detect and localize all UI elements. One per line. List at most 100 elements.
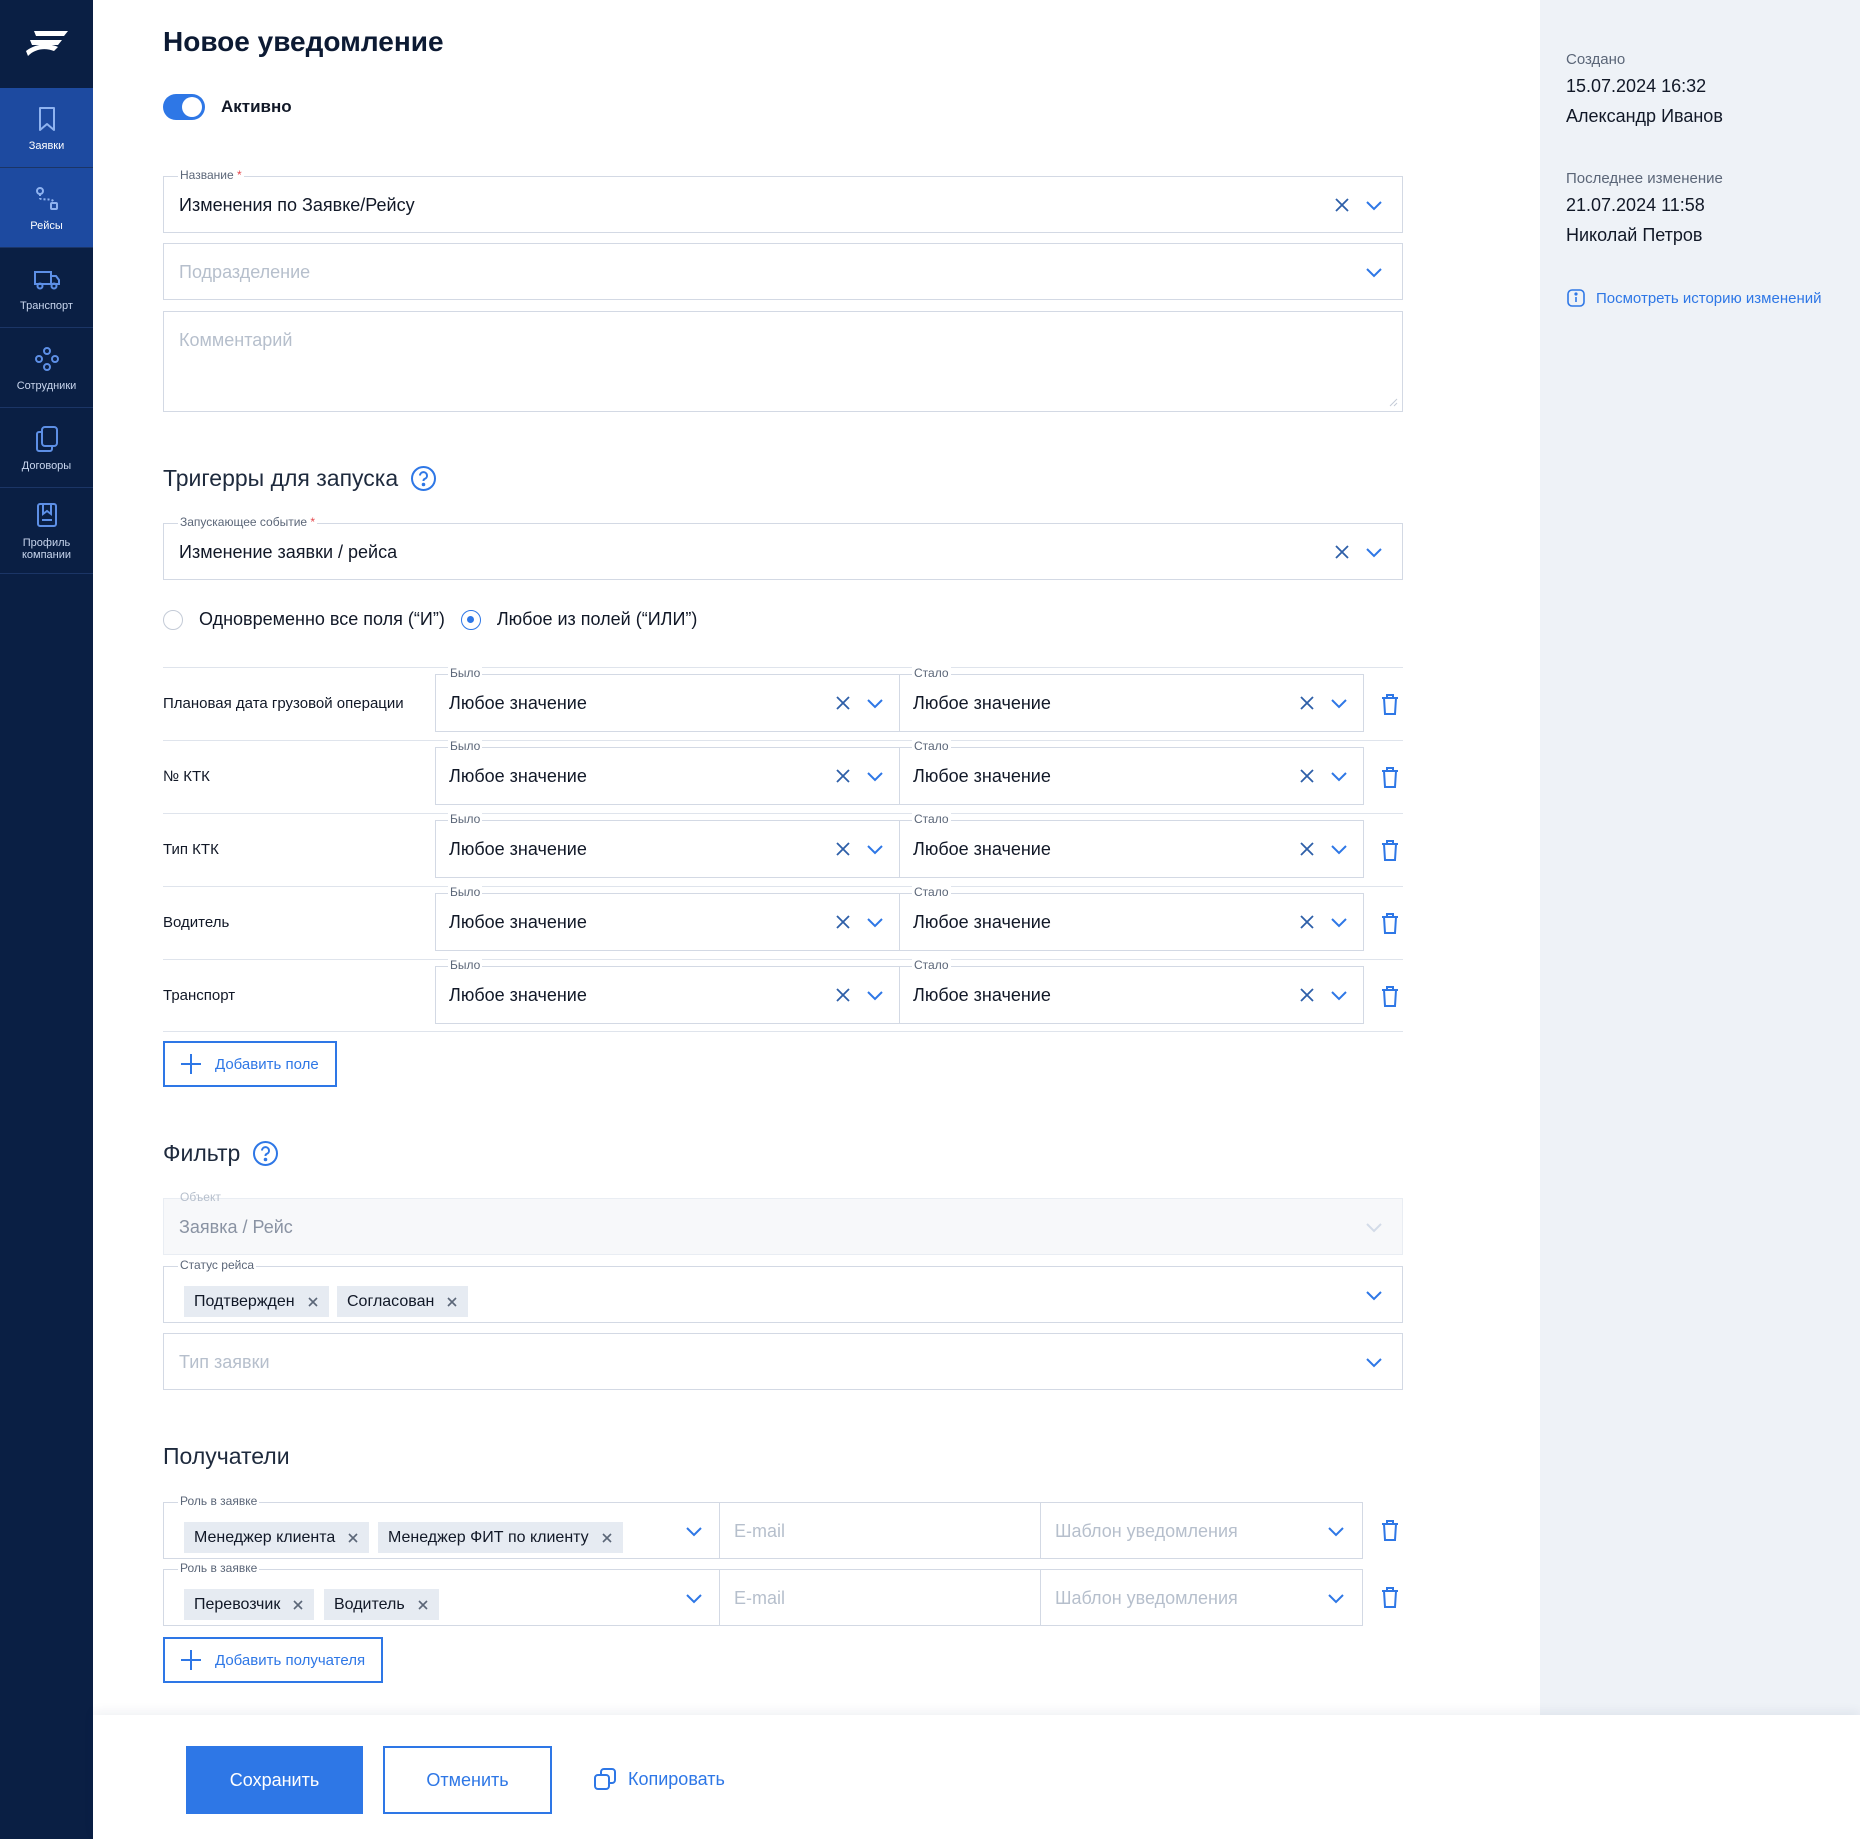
chevron-down-icon[interactable] (1329, 985, 1349, 1005)
became-select[interactable]: Стало Любое значение (899, 885, 1364, 951)
save-button[interactable]: Сохранить (186, 1746, 363, 1814)
active-toggle-row: Активно (163, 94, 292, 120)
radio-any-field[interactable] (460, 609, 481, 630)
remove-chip-icon[interactable] (601, 1532, 613, 1544)
logo[interactable] (0, 0, 93, 88)
sidebar-item-employees[interactable]: Сотрудники (0, 328, 93, 408)
chevron-down-icon[interactable] (865, 839, 885, 859)
chevron-down-icon[interactable] (1326, 1588, 1346, 1608)
sidebar-item-contracts[interactable]: Договоры (0, 408, 93, 488)
help-icon[interactable] (252, 1140, 279, 1167)
name-select[interactable]: Название * Изменения по Заявке/Рейсу (163, 168, 1403, 233)
info-icon (1567, 289, 1585, 307)
chevron-down-icon[interactable] (1364, 542, 1384, 562)
truck-icon (33, 270, 60, 289)
add-field-button[interactable]: Добавить поле (163, 1041, 337, 1087)
help-icon[interactable] (410, 465, 437, 492)
clear-icon[interactable] (1297, 985, 1317, 1005)
template-select[interactable]: Шаблон уведомления (1040, 1502, 1363, 1559)
chevron-down-icon[interactable] (684, 1521, 704, 1541)
clear-icon[interactable] (833, 693, 853, 713)
division-select[interactable]: Подразделение (163, 243, 1403, 300)
chevron-down-icon[interactable] (1329, 839, 1349, 859)
clear-icon[interactable] (833, 985, 853, 1005)
request-type-select[interactable]: Тип заявки (163, 1333, 1403, 1390)
trash-icon[interactable] (1377, 910, 1403, 936)
trip-status-select[interactable]: Статус рейса Подтвержден Согласован (163, 1258, 1403, 1323)
remove-chip-icon[interactable] (417, 1599, 429, 1611)
sidebar-item-transport[interactable]: Транспорт (0, 248, 93, 328)
was-select[interactable]: Было Любое значение (435, 958, 900, 1024)
role-chip: Менеджер клиента (184, 1522, 370, 1553)
history-link[interactable]: Посмотреть историю изменений (1566, 288, 1822, 308)
clear-icon[interactable] (1332, 195, 1352, 215)
name-label: Название * (178, 168, 244, 182)
email-input[interactable]: E-mail (719, 1569, 1042, 1626)
became-select[interactable]: Стало Любое значение (899, 958, 1364, 1024)
clear-icon[interactable] (1297, 693, 1317, 713)
role-select[interactable]: Роль в заявке Менеджер клиента Менеджер … (163, 1494, 721, 1559)
clear-icon[interactable] (833, 839, 853, 859)
cancel-button[interactable]: Отменить (383, 1746, 552, 1814)
add-recipient-button[interactable]: Добавить получателя (163, 1637, 384, 1683)
chevron-down-icon[interactable] (1329, 693, 1349, 713)
radio-all-fields[interactable] (163, 609, 183, 630)
division-placeholder: Подразделение (179, 262, 311, 282)
radio-all-fields-label: Одновременно все поля (“И”) (199, 609, 445, 629)
trash-icon[interactable] (1377, 983, 1403, 1009)
sidebar-item-company-profile[interactable]: Профиль компании (0, 488, 93, 574)
chevron-down-icon[interactable] (1364, 262, 1384, 282)
sidebar-item-label: Договоры (21, 459, 72, 472)
template-select[interactable]: Шаблон уведомления (1040, 1569, 1363, 1626)
clear-icon[interactable] (833, 766, 853, 786)
role-chip: Перевозчик (184, 1589, 315, 1620)
trash-icon[interactable] (1377, 837, 1403, 863)
resize-handle-icon[interactable] (1388, 397, 1398, 407)
page-title: Новое уведомление (163, 26, 444, 57)
chevron-down-icon[interactable] (1364, 195, 1384, 215)
remove-chip-icon[interactable] (307, 1296, 319, 1308)
chevron-down-icon[interactable] (865, 912, 885, 932)
was-select[interactable]: Было Любое значение (435, 739, 900, 805)
copy-button[interactable]: Копировать (592, 1766, 725, 1792)
became-select[interactable]: Стало Любое значение (899, 812, 1364, 878)
sidebar-item-trips[interactable]: Рейсы (0, 168, 93, 248)
people-icon (34, 346, 59, 371)
email-input[interactable]: E-mail (719, 1502, 1042, 1559)
sidebar-item-requests[interactable]: Заявки (0, 88, 93, 168)
remove-chip-icon[interactable] (292, 1599, 304, 1611)
active-toggle[interactable] (163, 94, 205, 120)
chevron-down-icon[interactable] (1364, 1352, 1384, 1372)
remove-chip-icon[interactable] (347, 1532, 359, 1544)
trash-icon[interactable] (1377, 1584, 1403, 1610)
clear-icon[interactable] (1297, 839, 1317, 859)
trash-icon[interactable] (1377, 691, 1403, 717)
chevron-down-icon[interactable] (684, 1588, 704, 1608)
clear-icon[interactable] (1332, 542, 1352, 562)
comment-textarea[interactable]: Комментарий (163, 311, 1403, 412)
clear-icon[interactable] (833, 912, 853, 932)
chevron-down-icon[interactable] (865, 693, 885, 713)
became-select[interactable]: Стало Любое значение (899, 666, 1364, 732)
remove-chip-icon[interactable] (446, 1296, 458, 1308)
role-select[interactable]: Роль в заявке Перевозчик Водитель (163, 1561, 721, 1626)
trash-icon[interactable] (1377, 764, 1403, 790)
chevron-down-icon[interactable] (1326, 1521, 1346, 1541)
clear-icon[interactable] (1297, 912, 1317, 932)
recipient-row: Роль в заявке Менеджер клиента Менеджер … (163, 1494, 1398, 1559)
name-value: Изменения по Заявке/Рейсу (179, 195, 415, 215)
chevron-down-icon[interactable] (1329, 912, 1349, 932)
was-select[interactable]: Было Любое значение (435, 885, 900, 951)
object-label: Объект (180, 1190, 221, 1204)
clear-icon[interactable] (1297, 766, 1317, 786)
trigger-event-select[interactable]: Запускающее событие * Изменение заявки /… (163, 515, 1403, 580)
chevron-down-icon[interactable] (865, 766, 885, 786)
chevron-down-icon[interactable] (1329, 766, 1349, 786)
chevron-down-icon[interactable] (865, 985, 885, 1005)
became-select[interactable]: Стало Любое значение (899, 739, 1364, 805)
sidebar-item-label: Рейсы (30, 219, 63, 232)
trash-icon[interactable] (1377, 1517, 1403, 1543)
was-select[interactable]: Было Любое значение (435, 666, 900, 732)
was-select[interactable]: Было Любое значение (435, 812, 900, 878)
chevron-down-icon[interactable] (1364, 1285, 1384, 1305)
